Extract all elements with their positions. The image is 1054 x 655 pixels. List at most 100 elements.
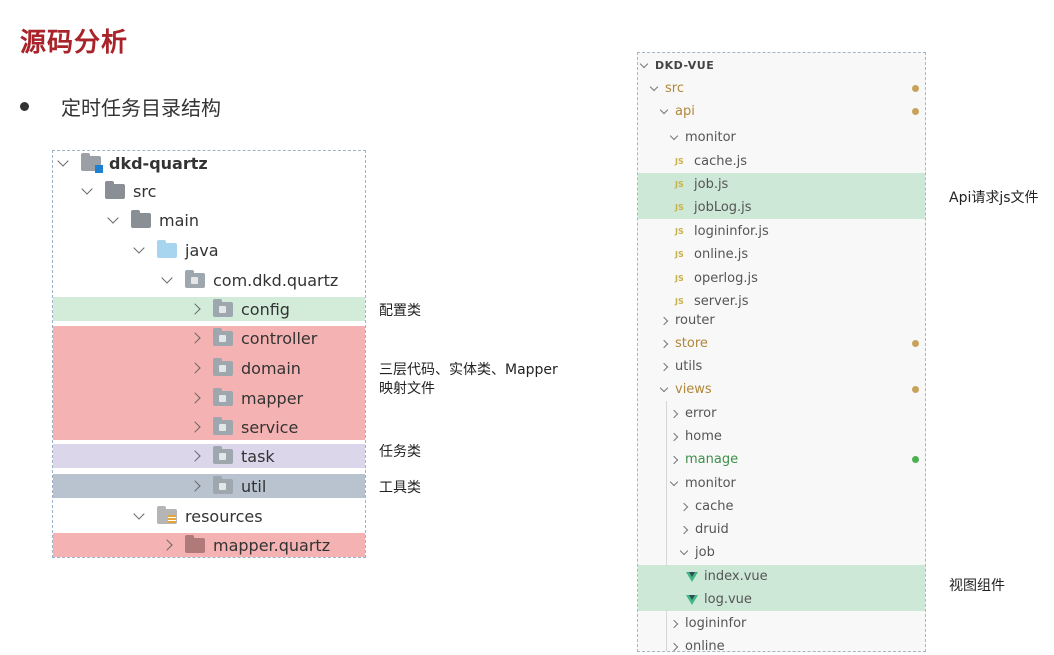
explorer-folder-views-monitor[interactable]: monitor bbox=[638, 472, 925, 495]
chevron-right-icon[interactable] bbox=[669, 619, 679, 628]
explorer-file-log-vue[interactable]: log.vue bbox=[638, 588, 925, 611]
folder-label: manage bbox=[685, 452, 739, 467]
chevron-right-icon[interactable] bbox=[659, 339, 669, 348]
chevron-right-icon[interactable] bbox=[669, 409, 679, 418]
tree-node-label: controller bbox=[241, 328, 318, 348]
chevron-right-icon[interactable] bbox=[161, 539, 173, 551]
folder-label: logininfor bbox=[685, 616, 747, 631]
bullet-dot bbox=[20, 102, 29, 111]
explorer-folder-online[interactable]: online bbox=[638, 635, 925, 651]
chevron-right-icon[interactable] bbox=[189, 421, 201, 433]
folder-label: job bbox=[695, 545, 715, 560]
chevron-right-icon[interactable] bbox=[189, 303, 201, 315]
slide-title: 源码分析 bbox=[20, 28, 129, 58]
file-label: cache.js bbox=[694, 154, 748, 169]
tree-node-mapper-quartz[interactable]: mapper.quartz bbox=[53, 533, 365, 557]
explorer-file-joblog-js[interactable]: JS jobLog.js bbox=[638, 196, 925, 219]
explorer-folder-cache[interactable]: cache bbox=[638, 495, 925, 518]
chevron-right-icon[interactable] bbox=[189, 362, 201, 374]
folder-label: router bbox=[675, 313, 715, 328]
chevron-right-icon[interactable] bbox=[659, 316, 669, 325]
folder-icon bbox=[131, 209, 151, 228]
package-icon bbox=[185, 269, 205, 288]
explorer-file-cache-js[interactable]: JS cache.js bbox=[638, 150, 925, 173]
tree-node-main[interactable]: main bbox=[53, 208, 365, 232]
chevron-down-icon[interactable] bbox=[649, 82, 659, 91]
explorer-file-online-js[interactable]: JS online.js bbox=[638, 243, 925, 266]
explorer-file-logininfor-js[interactable]: JS logininfor.js bbox=[638, 220, 925, 243]
tree-node-service[interactable]: service bbox=[53, 415, 365, 439]
package-icon bbox=[213, 416, 233, 435]
chevron-right-icon[interactable] bbox=[189, 332, 201, 344]
chevron-down-icon[interactable] bbox=[659, 383, 669, 392]
tree-node-mapper[interactable]: mapper bbox=[53, 386, 365, 410]
chevron-right-icon[interactable] bbox=[679, 525, 689, 534]
chevron-right-icon[interactable] bbox=[189, 392, 201, 404]
explorer-folder-manage[interactable]: manage bbox=[638, 448, 925, 471]
folder-label: views bbox=[675, 382, 712, 397]
explorer-folder-error[interactable]: error bbox=[638, 402, 925, 425]
explorer-root-header[interactable]: DKD-VUE bbox=[638, 54, 925, 77]
tree-node-com-dkd-quartz[interactable]: com.dkd.quartz bbox=[53, 268, 365, 292]
chevron-down-icon[interactable] bbox=[107, 211, 119, 224]
tree-node-task[interactable]: task bbox=[53, 444, 365, 468]
vue-file-icon bbox=[686, 571, 698, 582]
chevron-down-icon[interactable] bbox=[659, 105, 669, 114]
chevron-down-icon[interactable] bbox=[57, 154, 69, 167]
tree-node-domain[interactable]: domain bbox=[53, 356, 365, 380]
explorer-folder-router[interactable]: router bbox=[638, 309, 925, 332]
chevron-down-icon[interactable] bbox=[679, 546, 689, 555]
chevron-down-icon[interactable] bbox=[669, 477, 679, 486]
chevron-right-icon[interactable] bbox=[659, 362, 669, 371]
explorer-folder-utils[interactable]: utils bbox=[638, 355, 925, 378]
chevron-down-icon[interactable] bbox=[639, 59, 649, 68]
bullet-text: 定时任务目录结构 bbox=[61, 96, 221, 120]
annotation-api: Api请求js文件 bbox=[949, 190, 1039, 206]
explorer-folder-monitor[interactable]: monitor bbox=[638, 126, 925, 149]
explorer-folder-api[interactable]: api bbox=[638, 100, 925, 123]
added-indicator bbox=[912, 456, 919, 463]
chevron-right-icon[interactable] bbox=[189, 450, 201, 462]
tree-node-label: dkd-quartz bbox=[109, 153, 208, 173]
modified-indicator bbox=[912, 340, 919, 347]
explorer-folder-views[interactable]: views bbox=[638, 378, 925, 401]
explorer-folder-src[interactable]: src bbox=[638, 77, 925, 100]
tree-node-dkd-quartz[interactable]: dkd-quartz bbox=[53, 151, 365, 175]
explorer-file-job-js[interactable]: JS job.js bbox=[638, 173, 925, 196]
js-file-icon: JS bbox=[675, 274, 684, 283]
bullet-item: 定时任务目录结构 bbox=[20, 92, 221, 121]
tree-node-resources[interactable]: resources bbox=[53, 504, 365, 528]
chevron-right-icon[interactable] bbox=[669, 432, 679, 441]
tree-node-src[interactable]: src bbox=[53, 179, 365, 203]
file-label: jobLog.js bbox=[694, 200, 752, 215]
explorer-folder-home[interactable]: home bbox=[638, 425, 925, 448]
tree-node-config[interactable]: config bbox=[53, 297, 365, 321]
explorer-folder-logininfor[interactable]: logininfor bbox=[638, 612, 925, 635]
annotation-task: 任务类 bbox=[379, 444, 421, 460]
source-folder-icon bbox=[157, 239, 177, 258]
chevron-right-icon[interactable] bbox=[669, 455, 679, 464]
tree-node-java[interactable]: java bbox=[53, 238, 365, 262]
js-file-icon: JS bbox=[675, 203, 684, 212]
explorer-folder-job[interactable]: job bbox=[638, 541, 925, 564]
chevron-down-icon[interactable] bbox=[669, 131, 679, 140]
tree-node-label: main bbox=[159, 210, 199, 230]
chevron-down-icon[interactable] bbox=[81, 182, 93, 195]
chevron-down-icon[interactable] bbox=[133, 241, 145, 254]
chevron-right-icon[interactable] bbox=[669, 642, 679, 651]
tree-node-util[interactable]: util bbox=[53, 474, 365, 498]
tree-node-label: mapper bbox=[241, 388, 304, 408]
explorer-folder-store[interactable]: store bbox=[638, 332, 925, 355]
explorer-file-operlog-js[interactable]: JS operlog.js bbox=[638, 267, 925, 290]
explorer-file-index-vue[interactable]: index.vue bbox=[638, 565, 925, 588]
explorer-folder-druid[interactable]: druid bbox=[638, 518, 925, 541]
folder-label: cache bbox=[695, 499, 734, 514]
chevron-right-icon[interactable] bbox=[679, 502, 689, 511]
folder-label: store bbox=[675, 336, 708, 351]
chevron-right-icon[interactable] bbox=[189, 480, 201, 492]
vscode-explorer: DKD-VUE src api monitor JS cache.js JS j… bbox=[637, 52, 926, 652]
chevron-down-icon[interactable] bbox=[133, 507, 145, 520]
tree-node-controller[interactable]: controller bbox=[53, 326, 365, 350]
chevron-down-icon[interactable] bbox=[161, 271, 173, 284]
js-file-icon: JS bbox=[675, 297, 684, 306]
